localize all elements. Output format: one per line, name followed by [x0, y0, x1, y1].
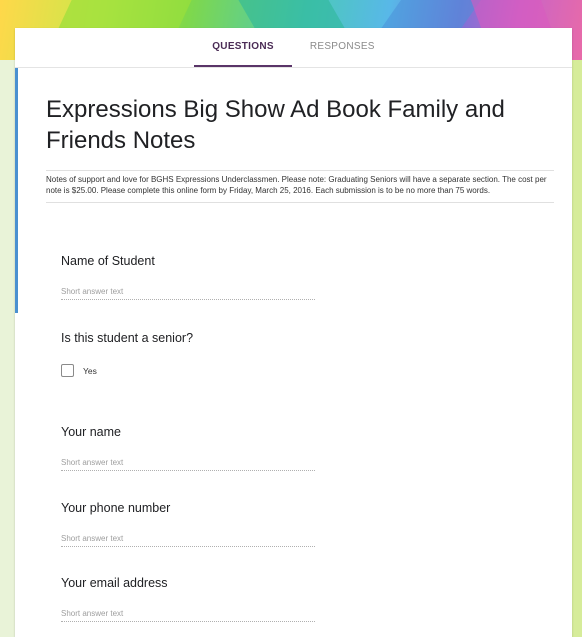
question-name-of-student[interactable]: Name of Student Short answer text [61, 254, 315, 300]
question-label: Your email address [61, 576, 168, 590]
short-answer-field[interactable]: Short answer text [61, 287, 315, 300]
tab-responses[interactable]: RESPONSES [292, 28, 393, 67]
question-is-senior[interactable]: Is this student a senior? Yes [61, 331, 193, 377]
checkbox[interactable] [61, 364, 74, 377]
tab-bar: QUESTIONS RESPONSES [15, 28, 572, 68]
checkbox-label: Yes [83, 365, 97, 376]
short-answer-field[interactable]: Short answer text [61, 609, 315, 622]
short-answer-field[interactable]: Short answer text [61, 534, 315, 547]
active-section-indicator [15, 68, 18, 313]
question-label: Is this student a senior? [61, 331, 194, 345]
form-card: QUESTIONS RESPONSES Expressions Big Show… [15, 28, 572, 637]
page-accent-strip [572, 60, 582, 637]
question-email-address[interactable]: Your email address Short answer text [61, 576, 315, 622]
question-label: Your name [61, 425, 121, 439]
question-label: Name of Student [61, 254, 155, 268]
tab-questions[interactable]: QUESTIONS [194, 28, 292, 67]
short-answer-field[interactable]: Short answer text [61, 458, 315, 471]
form-title[interactable]: Expressions Big Show Ad Book Family and … [46, 94, 536, 156]
question-label: Your phone number [61, 501, 171, 515]
question-phone-number[interactable]: Your phone number Short answer text [61, 501, 315, 547]
question-your-name[interactable]: Your name Short answer text [61, 425, 315, 471]
checkbox-option-yes[interactable]: Yes [61, 364, 193, 377]
form-description[interactable]: Notes of support and love for BGHS Expre… [46, 170, 554, 203]
